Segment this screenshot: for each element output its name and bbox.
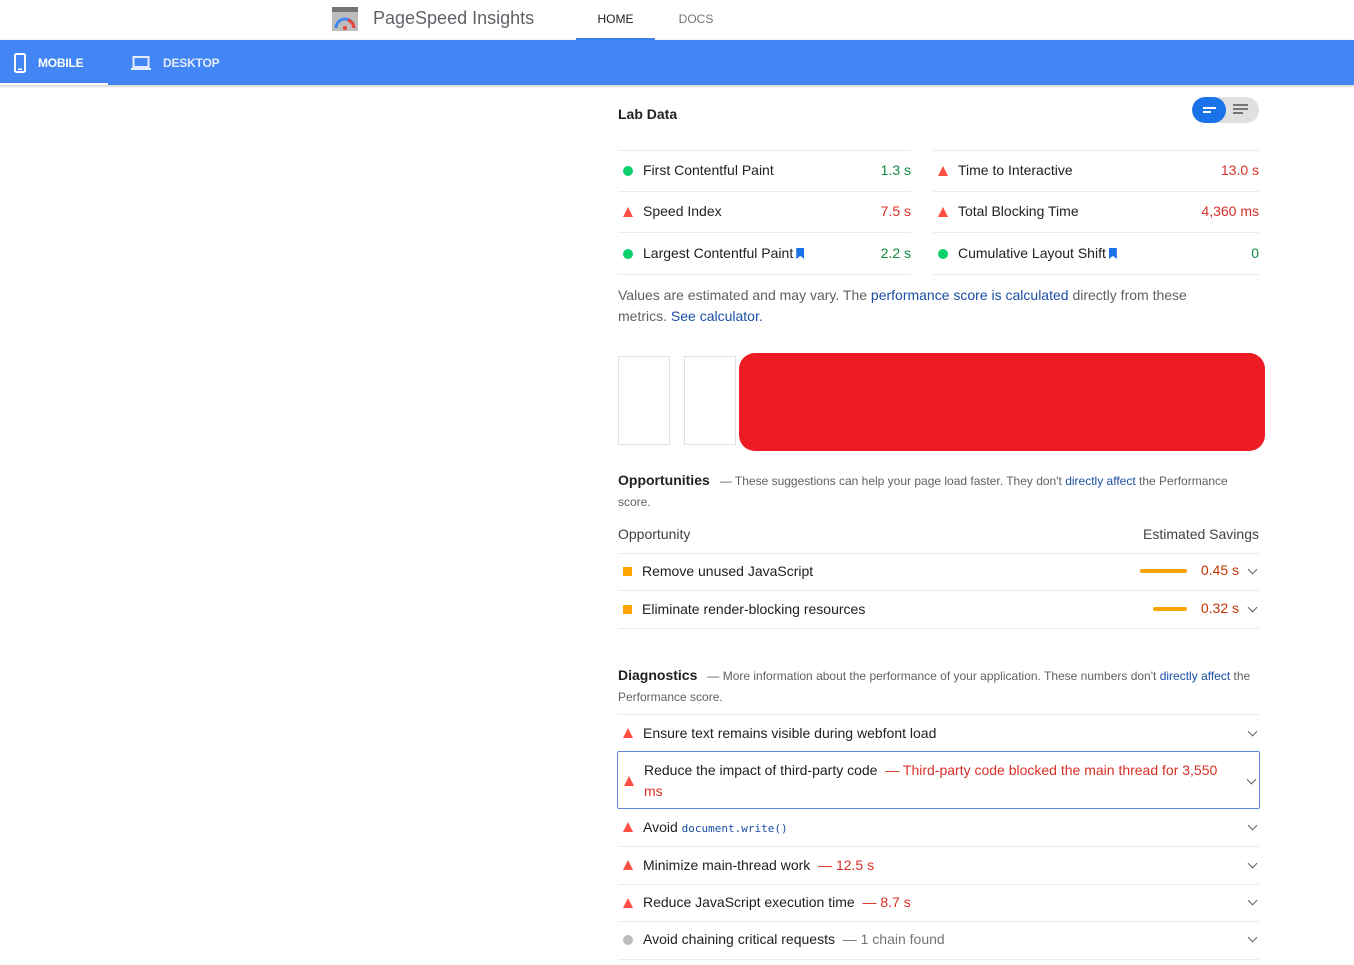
metric-label: First Contentful Paint (643, 162, 774, 178)
diagnostic-detail: — 1 chain found (842, 931, 945, 947)
pass-indicator-icon (623, 249, 633, 259)
opportunity-table-header: Opportunity Estimated Savings (618, 526, 1259, 554)
fail-indicator-icon (938, 207, 948, 217)
diagnostic-label: Avoid document.write() (643, 819, 788, 835)
metric-value: 0 (1251, 245, 1259, 261)
diagnostic-row[interactable]: Avoid document.write() (618, 809, 1259, 847)
tab-desktop-label: DESKTOP (163, 55, 220, 70)
opportunities-intro: Opportunities — These suggestions can hel… (618, 472, 1228, 509)
tab-mobile[interactable]: MOBILE (0, 40, 108, 85)
fail-indicator-icon (623, 822, 633, 832)
column-header-estimated-savings: Estimated Savings (1143, 526, 1259, 542)
fail-indicator-icon (623, 728, 633, 738)
opportunity-label: Remove unused JavaScript (642, 563, 814, 579)
toggle-compact-view[interactable] (1192, 97, 1226, 123)
chevron-down-icon[interactable] (1247, 602, 1258, 613)
app-title[interactable]: PageSpeed Insights (373, 8, 534, 29)
opportunities-title: Opportunities (618, 472, 710, 488)
directly-affect-link[interactable]: directly affect (1065, 474, 1135, 488)
core-web-vital-bookmark-icon (796, 248, 805, 259)
diagnostics-intro: Diagnostics — More information about the … (618, 667, 1251, 704)
phone-icon (14, 52, 26, 73)
fail-indicator-icon (624, 776, 634, 786)
chevron-down-icon[interactable] (1247, 726, 1258, 737)
metric-value: 4,360 ms (1201, 203, 1259, 219)
informative-indicator-icon (623, 935, 633, 945)
chevron-down-icon[interactable] (1247, 820, 1258, 831)
diagnostic-label: Avoid chaining critical requests — 1 cha… (643, 931, 945, 947)
diagnostic-row-focused[interactable]: Reduce the impact of third-party code — … (617, 751, 1260, 809)
metric-value: 2.2 s (880, 245, 911, 261)
chevron-down-icon[interactable] (1247, 564, 1258, 575)
diagnostic-detail: — 8.7 s (862, 894, 911, 910)
fail-indicator-icon (938, 166, 948, 176)
metric-value: 13.0 s (1220, 162, 1259, 178)
chevron-down-icon[interactable] (1247, 932, 1258, 943)
metric-label: Speed Index (643, 203, 722, 219)
fail-indicator-icon (623, 898, 633, 908)
column-header-opportunity: Opportunity (618, 526, 691, 542)
savings-value: 0.32 s (1200, 600, 1239, 616)
savings-bar (1140, 569, 1187, 573)
lab-data-title: Lab Data (618, 106, 678, 122)
chevron-down-icon[interactable] (1247, 858, 1258, 869)
performance-score-link[interactable]: performance score is calculated (871, 287, 1069, 303)
core-web-vital-bookmark-icon (1108, 248, 1117, 259)
tab-mobile-label: MOBILE (38, 55, 84, 70)
average-indicator-icon (623, 567, 632, 576)
metric-time-to-interactive[interactable]: Time to Interactive 13.0 s (933, 150, 1259, 191)
chevron-down-icon[interactable] (1247, 895, 1258, 906)
metric-label: Cumulative Layout Shift (958, 245, 1117, 261)
code-snippet: document.write() (681, 822, 788, 835)
filmstrip-thumbnail (684, 356, 736, 445)
opportunity-row[interactable]: Eliminate render-blocking resources 0.32… (618, 591, 1259, 629)
nav-tab-home[interactable]: HOME (576, 0, 655, 40)
diagnostic-label: Reduce the impact of third-party code — … (644, 762, 1218, 799)
diagnostic-label: Ensure text remains visible during webfo… (643, 725, 937, 741)
metric-total-blocking-time[interactable]: Total Blocking Time 4,360 ms (933, 191, 1259, 232)
savings-bar (1153, 607, 1187, 611)
lab-data-disclaimer: Values are estimated and may vary. The p… (618, 287, 1187, 324)
diagnostic-row[interactable]: Ensure text remains visible during webfo… (618, 714, 1259, 752)
savings-value: 0.45 s (1200, 562, 1239, 578)
redacted-filmstrip (739, 353, 1265, 451)
see-calculator-link[interactable]: See calculator. (671, 308, 763, 324)
filmstrip-thumbnail (618, 356, 670, 445)
diagnostic-row[interactable]: Avoid chaining critical requests — 1 cha… (618, 922, 1259, 960)
metric-speed-index[interactable]: Speed Index 7.5 s (618, 191, 911, 232)
average-indicator-icon (623, 605, 632, 614)
metric-first-contentful-paint[interactable]: First Contentful Paint 1.3 s (618, 150, 911, 191)
pagespeed-logo-icon[interactable] (331, 6, 359, 32)
metric-label: Time to Interactive (958, 162, 1073, 178)
opportunity-label: Eliminate render-blocking resources (642, 601, 866, 617)
top-header: PageSpeed Insights HOME DOCS (0, 0, 1354, 40)
pass-indicator-icon (623, 166, 633, 176)
metric-largest-contentful-paint[interactable]: Largest Contentful Paint 2.2 s (618, 232, 911, 275)
diagnostic-detail: — 12.5 s (818, 857, 875, 873)
fail-indicator-icon (623, 860, 633, 870)
metric-value: 1.3 s (880, 162, 911, 178)
device-tab-bar: MOBILE DESKTOP (0, 40, 1354, 85)
nav-tab-docs[interactable]: DOCS (656, 0, 736, 40)
fail-indicator-icon (623, 207, 633, 217)
laptop-icon (131, 55, 151, 70)
tab-desktop[interactable]: DESKTOP (131, 40, 241, 85)
metric-label: Total Blocking Time (958, 203, 1079, 219)
diagnostics-title: Diagnostics (618, 667, 698, 683)
metric-label: Largest Contentful Paint (643, 245, 805, 261)
diagnostic-label: Reduce JavaScript execution time — 8.7 s (643, 894, 911, 910)
diagnostic-row[interactable]: Reduce JavaScript execution time — 8.7 s (618, 885, 1259, 922)
metric-value: 7.5 s (880, 203, 911, 219)
pass-indicator-icon (938, 249, 948, 259)
diagnostic-row[interactable]: Minimize main-thread work — 12.5 s (618, 847, 1259, 885)
metrics-view-toggle[interactable] (1192, 97, 1259, 123)
metric-cumulative-layout-shift[interactable]: Cumulative Layout Shift 0 (933, 232, 1259, 275)
diagnostic-label: Minimize main-thread work — 12.5 s (643, 857, 875, 873)
directly-affect-link[interactable]: directly affect (1160, 669, 1230, 683)
opportunity-row[interactable]: Remove unused JavaScript 0.45 s (618, 553, 1259, 591)
chevron-down-icon[interactable] (1246, 774, 1257, 785)
